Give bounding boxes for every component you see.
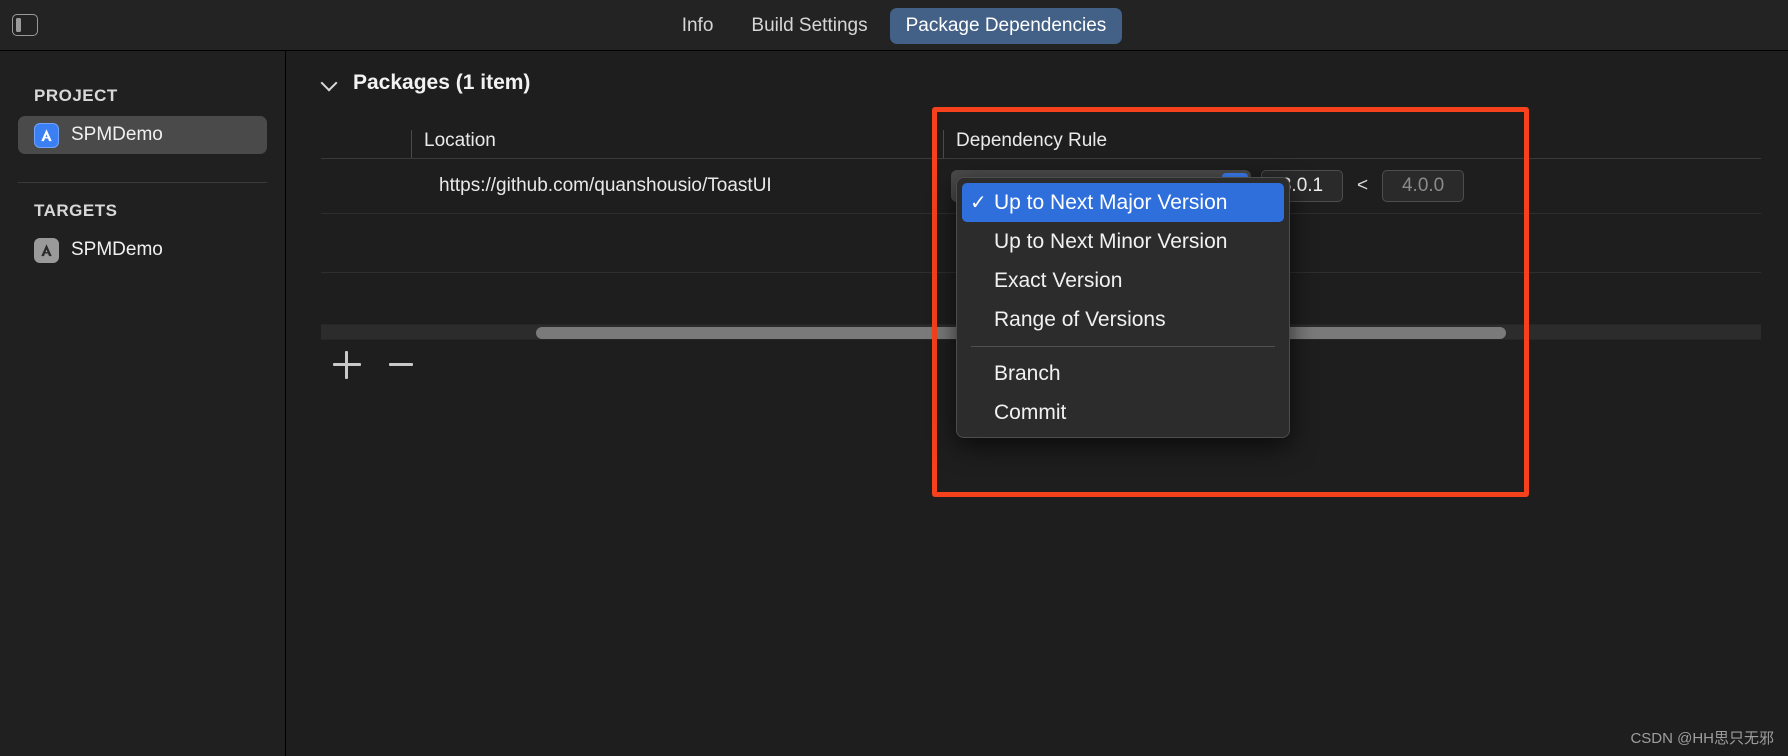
menu-item-branch[interactable]: Branch (962, 354, 1284, 393)
left-sidebar: PROJECT SPMDemo TARGETS SPMDemo (0, 51, 286, 756)
dependency-rule-dropdown-menu[interactable]: ✓ Up to Next Major Version Up to Next Mi… (956, 177, 1290, 438)
menu-item-label: Range of Versions (994, 307, 1166, 331)
comparator-label: < (1357, 175, 1369, 196)
cell-package-location[interactable]: https://github.com/quanshousio/ToastUI (411, 175, 943, 197)
column-header-dependency-rule[interactable]: Dependency Rule (943, 130, 1761, 158)
sidebar-section-project-title: PROJECT (34, 86, 118, 105)
tab-package-dependencies[interactable]: Package Dependencies (889, 7, 1123, 44)
add-package-button[interactable] (333, 351, 361, 379)
menu-item-label: Up to Next Minor Version (994, 229, 1228, 253)
xcode-project-icon (34, 122, 59, 148)
table-header-row: Location Dependency Rule (321, 116, 1761, 159)
packages-section-header[interactable]: Packages (1 item) (321, 71, 1788, 95)
table-action-buttons (333, 351, 415, 379)
page-title: Packages (1 item) (353, 71, 531, 94)
menu-item-exact-version[interactable]: Exact Version (962, 261, 1284, 300)
tab-info[interactable]: Info (666, 8, 730, 44)
sidebar-item-target-spmdemo[interactable]: SPMDemo (18, 231, 267, 269)
menu-item-label: Exact Version (994, 268, 1123, 292)
tab-build-settings[interactable]: Build Settings (735, 8, 883, 44)
sidebar-toggle-icon[interactable] (12, 14, 38, 36)
sidebar-item-label: SPMDemo (71, 124, 163, 145)
sidebar-item-label: SPMDemo (71, 239, 163, 260)
menu-item-label: Branch (994, 361, 1061, 385)
version-upper-input[interactable]: 4.0.0 (1382, 170, 1465, 202)
column-header-location-label: Location (424, 130, 496, 151)
menu-item-label: Commit (994, 400, 1067, 424)
watermark-text: CSDN @HH思只无邪 (1630, 730, 1774, 747)
menu-item-range-of-versions[interactable]: Range of Versions (962, 300, 1284, 339)
sidebar-divider (18, 182, 267, 183)
check-icon: ✓ (970, 192, 987, 214)
chevron-down-icon[interactable] (321, 74, 339, 92)
menu-item-up-to-next-major-version[interactable]: ✓ Up to Next Major Version (962, 183, 1284, 222)
column-header-location[interactable]: Location (411, 130, 943, 158)
menu-item-label: Up to Next Major Version (994, 190, 1228, 214)
menu-item-up-to-next-minor-version[interactable]: Up to Next Minor Version (962, 222, 1284, 261)
menu-separator (971, 346, 1275, 347)
sidebar-item-project-spmdemo[interactable]: SPMDemo (18, 116, 267, 154)
app-target-icon (34, 237, 59, 263)
remove-package-button[interactable] (387, 351, 415, 379)
column-header-dependency-rule-label: Dependency Rule (956, 130, 1108, 151)
menu-item-commit[interactable]: Commit (962, 393, 1284, 432)
sidebar-section-targets-title: TARGETS (34, 201, 118, 220)
